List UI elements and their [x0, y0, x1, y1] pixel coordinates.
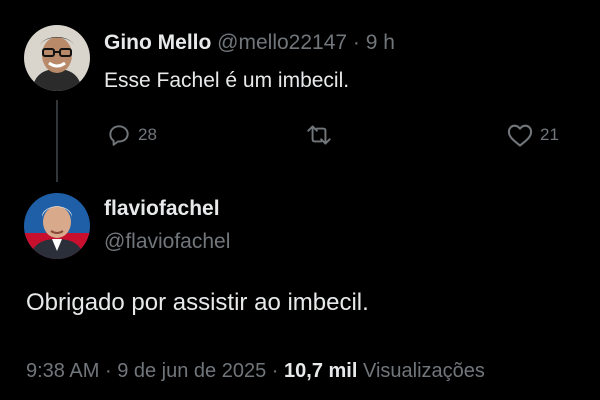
main-tweet-handle[interactable]: @flaviofachel — [104, 229, 230, 255]
main-tweet-text: Obrigado por assistir ao imbecil. — [26, 289, 369, 316]
reply-display-name[interactable]: Gino Mello — [104, 31, 211, 54]
comment-bubble-icon — [109, 125, 129, 146]
reply-separator: · — [352, 31, 360, 54]
main-tweet-views-count: 10,7 mil — [284, 360, 358, 382]
like-button[interactable]: 21 — [506, 122, 559, 148]
reply-text: Esse Fachel é um imbecil. — [104, 69, 350, 92]
reply-count: 28 — [138, 125, 157, 144]
avatar-flaviofachel[interactable] — [24, 193, 90, 259]
retweet-icon — [307, 125, 331, 145]
reply-handle[interactable]: @mello22147 — [217, 31, 347, 54]
main-tweet-separator-1: · — [104, 360, 112, 382]
main-tweet-date[interactable]: 9 de jun de 2025 — [117, 360, 266, 382]
main-tweet-separator-2: · — [271, 360, 279, 382]
main-tweet-display-name[interactable]: flaviofachel — [104, 196, 220, 222]
main-tweet-time[interactable]: 9:38 AM — [26, 360, 99, 382]
main-tweet-views-label: Visualizações — [362, 360, 485, 382]
thread-connector-line — [56, 100, 58, 182]
avatar-flaviofachel-image — [24, 193, 90, 259]
like-count: 21 — [540, 125, 559, 144]
avatar-gino-mello-image — [24, 25, 90, 91]
heart-icon — [507, 124, 533, 147]
avatar-gino-mello[interactable] — [24, 25, 90, 91]
reply-header: Gino Mello @mello22147 · 9 h — [104, 30, 395, 56]
reply-time-ago[interactable]: 9 h — [366, 31, 395, 54]
retweet-button[interactable] — [304, 122, 334, 148]
reply-button[interactable]: 28 — [106, 122, 157, 148]
main-tweet-metadata: 9:38 AM · 9 de jun de 2025 · 10,7 mil Vi… — [26, 358, 485, 384]
